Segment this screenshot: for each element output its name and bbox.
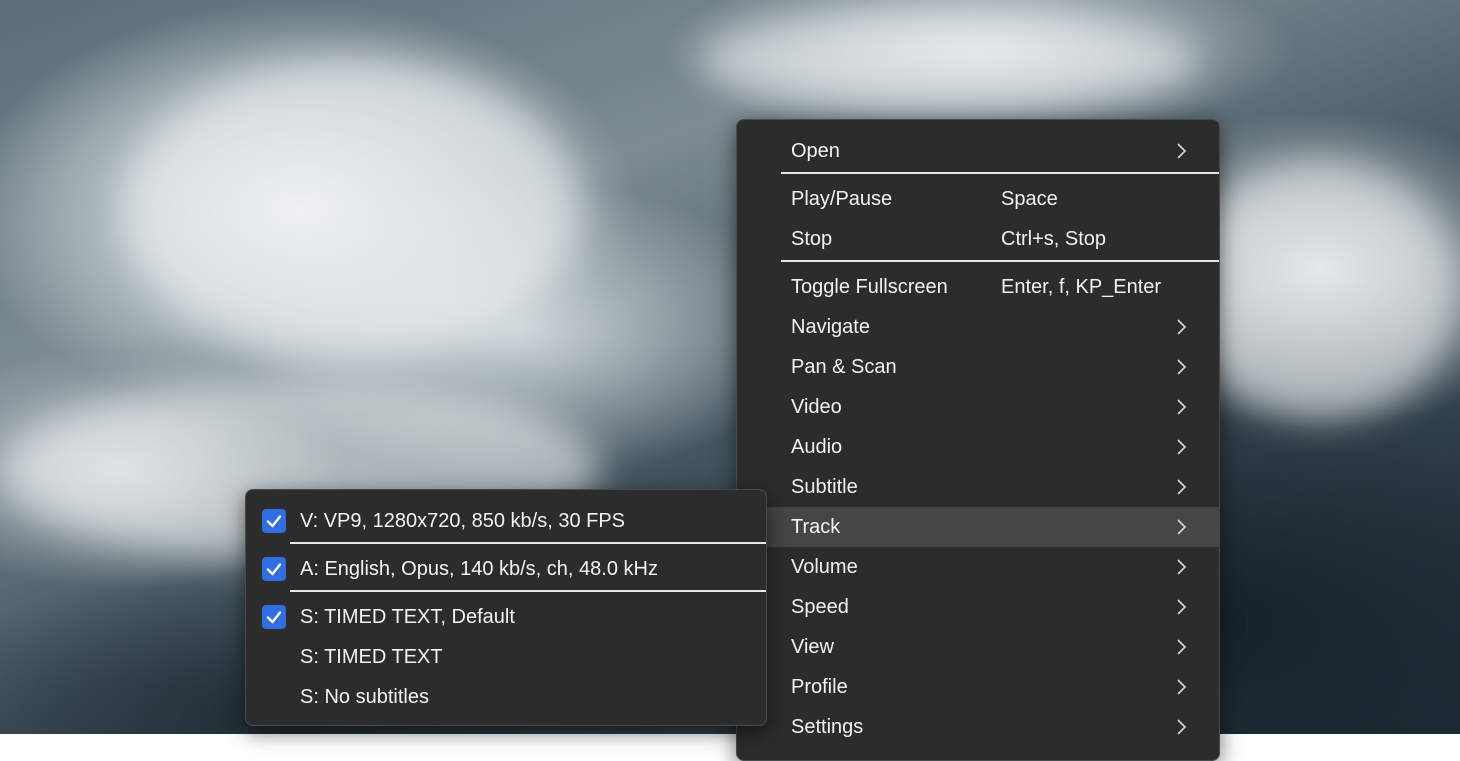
- menu-separator: [290, 542, 766, 544]
- menu-item-pan-scan[interactable]: Pan & Scan: [737, 347, 1219, 387]
- chevron-right-icon: [1177, 359, 1187, 375]
- track-item-label: A: English, Opus, 140 kb/s, ch, 48.0 kHz: [300, 557, 658, 580]
- chevron-right-icon: [1177, 319, 1187, 335]
- track-item-label: S: TIMED TEXT, Default: [300, 605, 515, 628]
- menu-item-label: Speed: [791, 595, 849, 618]
- menu-item-label: Track: [791, 515, 841, 538]
- menu-item-play-pause[interactable]: Play/Pause Space: [737, 179, 1219, 219]
- menu-item-label: Subtitle: [791, 475, 858, 498]
- menu-item-label: Volume: [791, 555, 858, 578]
- checkmark-icon: [262, 557, 286, 581]
- track-item-video[interactable]: V: VP9, 1280x720, 850 kb/s, 30 FPS: [246, 501, 766, 541]
- menu-item-toggle-fullscreen[interactable]: Toggle Fullscreen Enter, f, KP_Enter: [737, 267, 1219, 307]
- track-submenu: V: VP9, 1280x720, 850 kb/s, 30 FPS A: En…: [245, 489, 767, 726]
- chevron-right-icon: [1177, 479, 1187, 495]
- menu-item-label: Play/Pause: [791, 187, 893, 210]
- menu-item-settings[interactable]: Settings: [737, 707, 1219, 747]
- menu-item-subtitle[interactable]: Subtitle: [737, 467, 1219, 507]
- chevron-right-icon: [1177, 639, 1187, 655]
- menu-item-profile[interactable]: Profile: [737, 667, 1219, 707]
- menu-item-shortcut: Enter, f, KP_Enter: [1001, 275, 1162, 298]
- chevron-right-icon: [1177, 719, 1187, 735]
- chevron-right-icon: [1177, 599, 1187, 615]
- chevron-right-icon: [1177, 439, 1187, 455]
- track-item-label: S: TIMED TEXT: [300, 645, 443, 668]
- menu-item-video[interactable]: Video: [737, 387, 1219, 427]
- water-foam: [700, 10, 1200, 110]
- menu-item-audio[interactable]: Audio: [737, 427, 1219, 467]
- water-foam: [120, 60, 580, 360]
- menu-item-shortcut: Ctrl+s, Stop: [1001, 227, 1107, 250]
- chevron-right-icon: [1177, 143, 1187, 159]
- context-menu: Open Play/Pause Space Stop Ctrl+s, Stop …: [736, 119, 1220, 761]
- menu-item-label: Toggle Fullscreen: [791, 275, 948, 298]
- menu-item-volume[interactable]: Volume: [737, 547, 1219, 587]
- menu-item-label: Navigate: [791, 315, 870, 338]
- track-item-no-subtitles[interactable]: S: No subtitles: [246, 677, 766, 717]
- menu-item-label: Pan & Scan: [791, 355, 897, 378]
- menu-item-label: Stop: [791, 227, 833, 250]
- menu-item-view[interactable]: View: [737, 627, 1219, 667]
- water-foam: [1180, 160, 1460, 420]
- menu-item-label: Profile: [791, 675, 848, 698]
- menu-item-label: Open: [791, 139, 840, 162]
- checkmark-icon: [262, 509, 286, 533]
- chevron-right-icon: [1177, 559, 1187, 575]
- menu-item-shortcut: Space: [1001, 187, 1058, 210]
- track-item-label: V: VP9, 1280x720, 850 kb/s, 30 FPS: [300, 509, 626, 532]
- menu-item-stop[interactable]: Stop Ctrl+s, Stop: [737, 219, 1219, 259]
- track-item-label: S: No subtitles: [300, 685, 429, 708]
- track-item-audio[interactable]: A: English, Opus, 140 kb/s, ch, 48.0 kHz: [246, 549, 766, 589]
- track-item-subtitle[interactable]: S: TIMED TEXT: [246, 637, 766, 677]
- menu-separator: [781, 260, 1219, 262]
- menu-item-label: Settings: [791, 715, 864, 738]
- menu-item-label: Video: [791, 395, 842, 418]
- menu-item-label: View: [791, 635, 834, 658]
- chevron-right-icon: [1177, 519, 1187, 535]
- menu-item-label: Audio: [791, 435, 843, 458]
- track-item-subtitle-default[interactable]: S: TIMED TEXT, Default: [246, 597, 766, 637]
- chevron-right-icon: [1177, 679, 1187, 695]
- menu-separator: [781, 172, 1219, 174]
- menu-item-open[interactable]: Open: [737, 131, 1219, 171]
- menu-separator: [290, 590, 766, 592]
- menu-item-navigate[interactable]: Navigate: [737, 307, 1219, 347]
- chevron-right-icon: [1177, 399, 1187, 415]
- checkmark-icon: [262, 605, 286, 629]
- menu-item-track[interactable]: Track: [737, 507, 1219, 547]
- menu-item-speed[interactable]: Speed: [737, 587, 1219, 627]
